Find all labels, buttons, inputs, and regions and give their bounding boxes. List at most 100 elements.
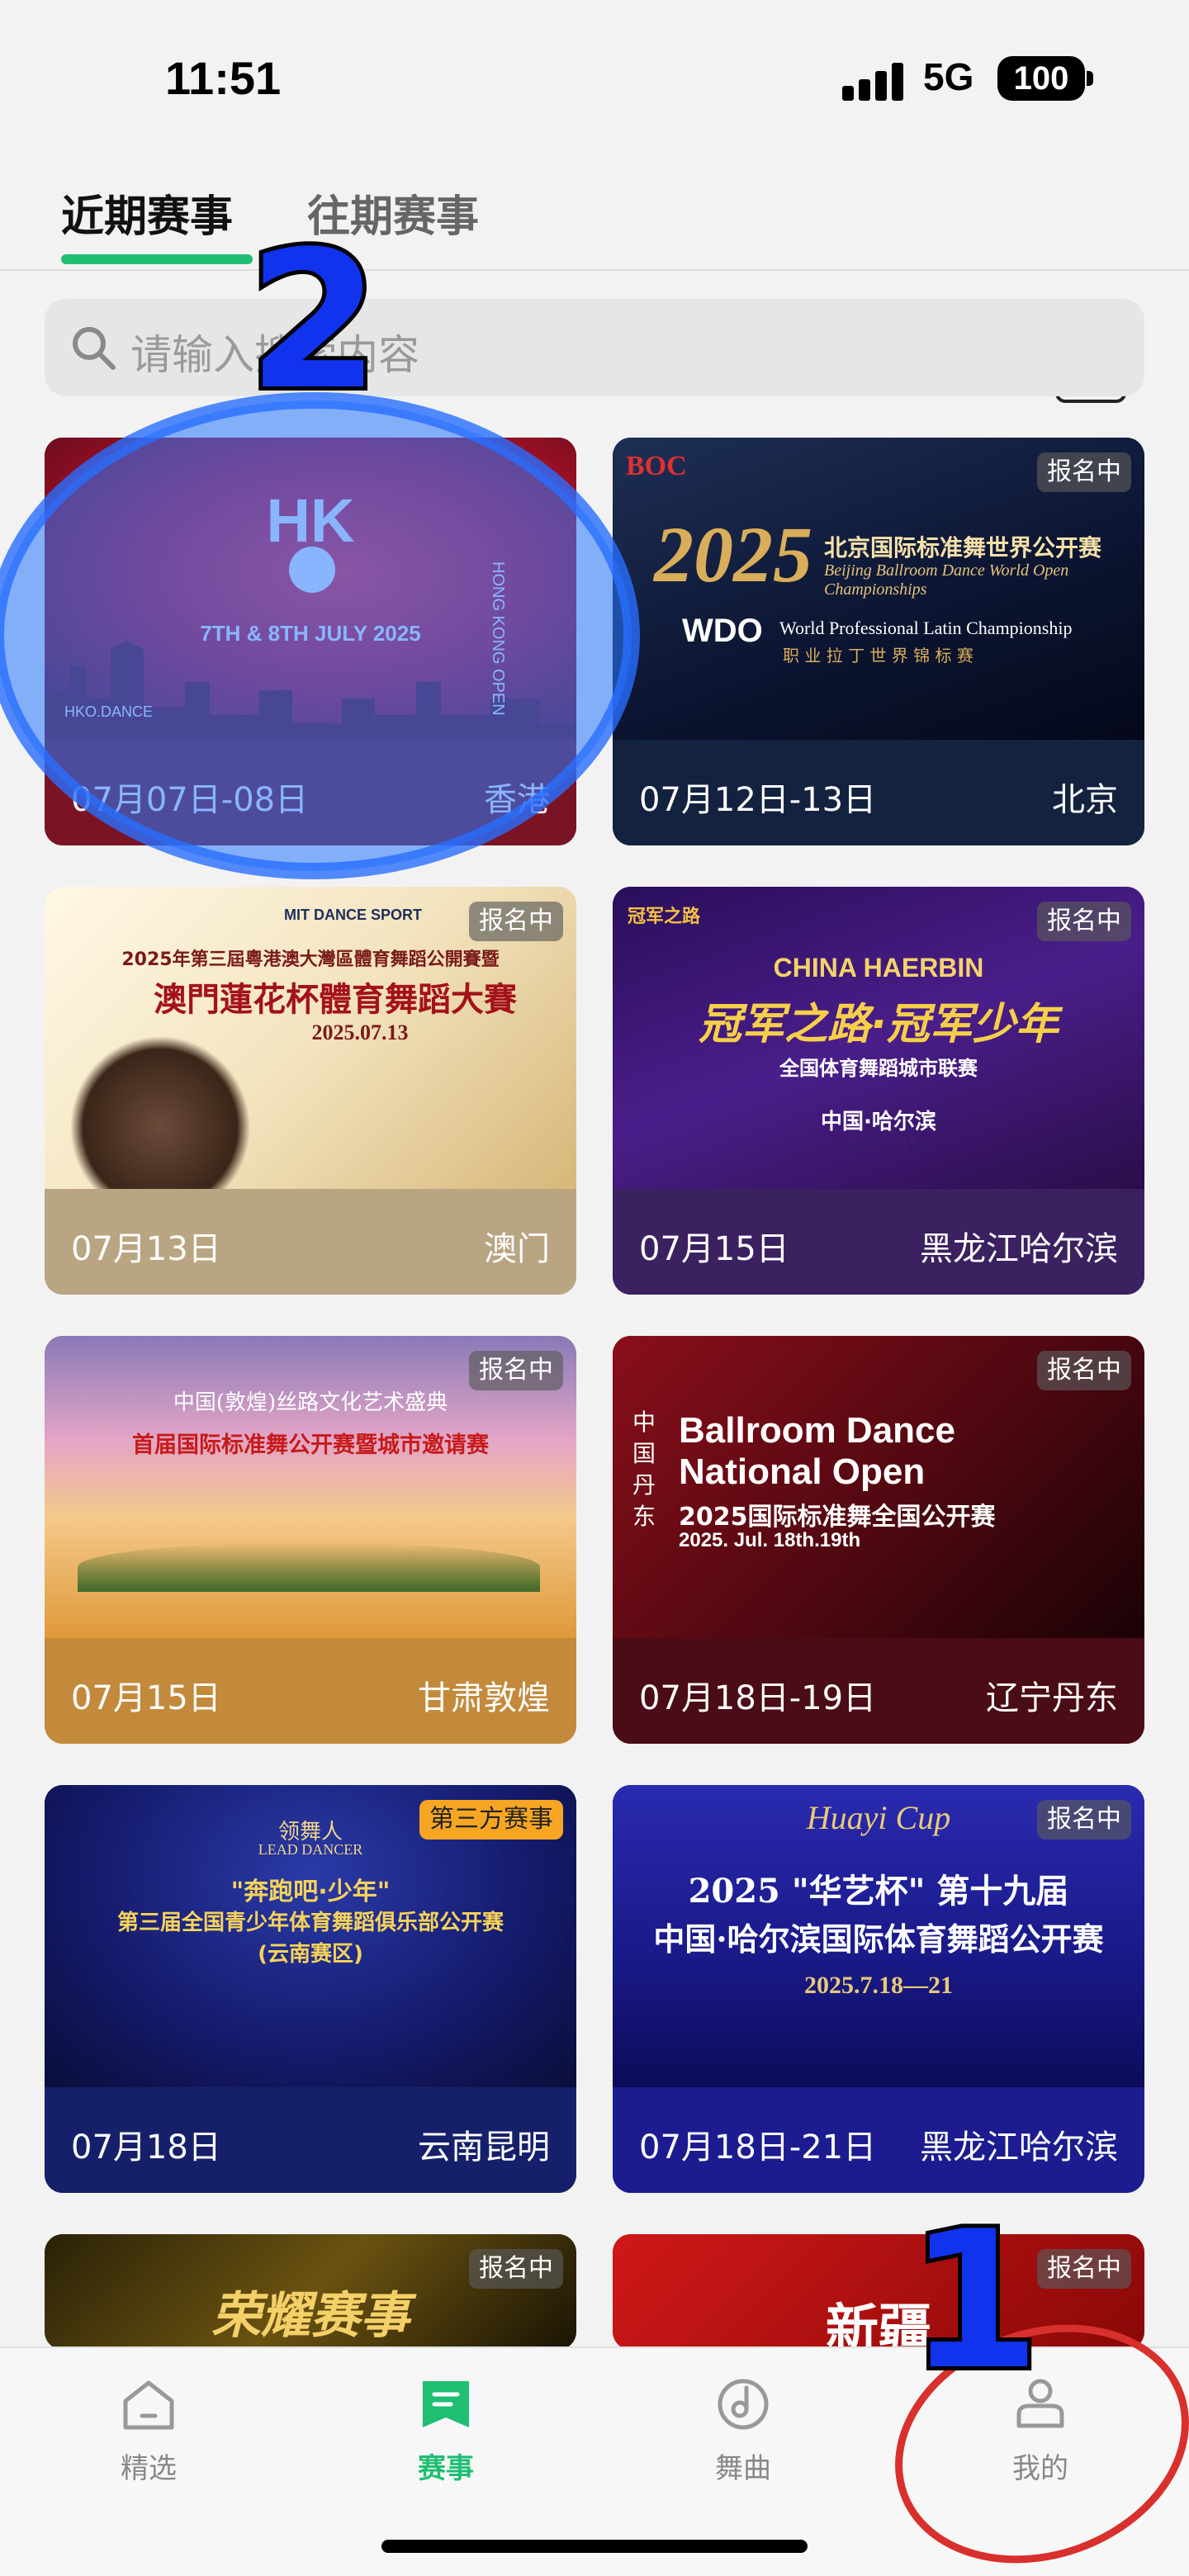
events-icon <box>423 2381 469 2427</box>
card-footer: 07月15日 黑龙江哈尔滨 <box>613 1189 1144 1295</box>
card-location: 北京 <box>1052 781 1118 819</box>
card-date: 07月07日-08日 <box>71 781 309 819</box>
tab-past[interactable]: 往期赛事 <box>307 182 479 244</box>
nav-label: 精选 <box>121 2452 177 2485</box>
status-bar: 11:51 5G 100 <box>0 0 1189 149</box>
poster-line2: 澳門蓮花杯體育舞蹈大賽 <box>154 981 517 1019</box>
event-poster: 中国丹东 Ballroom Dance National Open 2025国际… <box>613 1336 1144 1638</box>
status-badge: 报名中 <box>1037 2249 1131 2289</box>
event-card-macau[interactable]: MIT DANCE SPORT 2025年第三屆粵港澳大灣區體育舞蹈公開賽暨 澳… <box>45 887 576 1295</box>
page: 11:51 5G 100 近期赛事 往期赛事 123 请输入搜索内容 HK 7T… <box>0 0 1189 2576</box>
pagoda-graphic <box>78 1542 540 1592</box>
card-date: 07月18日-21日 <box>639 2129 877 2166</box>
card-date: 07月15日 <box>71 1679 221 1717</box>
network-label: 5G <box>923 55 974 98</box>
poster-line3: (云南赛区) <box>258 1942 363 1967</box>
profile-icon <box>1016 2379 1064 2428</box>
event-card-harbin[interactable]: 冠军之路 CHINA HAERBIN 冠军之路·冠军少年 全国体育舞蹈城市联赛 … <box>613 887 1144 1295</box>
lead-dancer-en: LEAD DANCER <box>258 1841 363 1858</box>
status-badge: 报名中 <box>1037 902 1131 941</box>
status-badge: 报名中 <box>469 1351 563 1390</box>
hk-footer-text: HKO.DANCE <box>64 703 154 720</box>
event-card-hongkong[interactable]: HK 7TH & 8TH JULY 2025 HKO.DANCE HONG KO… <box>45 438 576 845</box>
poster-line3: 2025.7.18—21 <box>804 1972 953 1999</box>
event-card-glory[interactable]: 荣耀赛事 报名中 <box>45 2234 576 2350</box>
home-indicator <box>381 2540 808 2553</box>
event-poster: BOC 2025 北京国际标准舞世界公开赛 Beijing Ballroom D… <box>613 438 1144 740</box>
dancers-image <box>69 1035 251 1189</box>
event-card-dunhuang[interactable]: 中国(敦煌)丝路文化艺术盛典 首届国际标准舞公开赛暨城市邀请赛 报名中 07月1… <box>45 1336 576 1744</box>
poster-line2: 中国·哈尔滨国际体育舞蹈公开赛 <box>653 1920 1104 1958</box>
event-card-dandong[interactable]: 中国丹东 Ballroom Dance National Open 2025国际… <box>613 1336 1144 1744</box>
card-footer: 07月15日 甘肃敦煌 <box>45 1638 576 1744</box>
poster-vertical: 中国丹东 <box>632 1409 656 1530</box>
wdo-logo-text: WDO <box>682 613 763 649</box>
event-poster: HK 7TH & 8TH JULY 2025 HKO.DANCE HONG KO… <box>45 438 576 740</box>
status-badge: 报名中 <box>1037 452 1131 492</box>
event-poster: MIT DANCE SPORT 2025年第三屆粵港澳大灣區體育舞蹈公開賽暨 澳… <box>45 887 576 1189</box>
brand-logo-text: 冠军之路 <box>628 907 701 927</box>
card-footer: 07月18日-19日 辽宁丹东 <box>613 1638 1144 1744</box>
event-card-xinjiang[interactable]: 新疆 报名中 <box>613 2234 1144 2350</box>
card-footer: 07月13日 澳门 <box>45 1189 576 1295</box>
search-placeholder: 请输入搜索内容 <box>130 331 419 379</box>
card-date: 07月15日 <box>639 1230 789 1268</box>
poster-subtitle: Beijing Ballroom Dance World Open Champi… <box>824 561 1069 599</box>
card-date: 07月13日 <box>71 1230 221 1268</box>
card-location: 云南昆明 <box>418 2129 550 2166</box>
poster-year: 2025 <box>654 510 812 599</box>
status-time: 11:51 <box>165 52 282 104</box>
card-date: 07月18日-19日 <box>639 1679 877 1717</box>
poster-line1: "奔跑吧·少年" <box>230 1878 391 1906</box>
poster-line2: National Open <box>679 1451 926 1492</box>
status-badge: 报名中 <box>469 2249 563 2289</box>
active-tab-indicator <box>61 254 253 264</box>
poster-city: CHINA HAERBIN <box>773 953 984 983</box>
event-poster: 荣耀赛事 报名中 <box>45 2234 576 2350</box>
hk-side-text: HONG KONG OPEN <box>489 561 507 716</box>
poster-line2: 首届国际标准舞公开赛暨城市邀请赛 <box>132 1432 489 1458</box>
nav-profile[interactable]: 我的 <box>958 2373 1123 2486</box>
wdo-title: World Professional Latin Championship <box>779 618 1073 638</box>
wdo-cn-title: 职 业 拉 丁 世 界 锦 标 赛 <box>783 646 973 665</box>
event-card-huayi-cup[interactable]: Huayi Cup 2025 "华艺杯" 第十九届 中国·哈尔滨国际体育舞蹈公开… <box>613 1785 1144 2193</box>
nav-featured[interactable]: 精选 <box>66 2373 231 2486</box>
event-poster: 冠军之路 CHINA HAERBIN 冠军之路·冠军少年 全国体育舞蹈城市联赛 … <box>613 887 1144 1189</box>
boc-logo-text: BOC <box>626 451 687 481</box>
event-card-beijing[interactable]: BOC 2025 北京国际标准舞世界公开赛 Beijing Ballroom D… <box>613 438 1144 845</box>
signal-icon <box>842 63 905 101</box>
poster-line2: 第三届全国青少年体育舞蹈俱乐部公开赛 <box>116 1911 504 1935</box>
tab-bar: 近期赛事 往期赛事 123 <box>0 165 1189 403</box>
battery-tip <box>1087 71 1093 86</box>
card-location: 香港 <box>484 781 550 819</box>
card-location: 辽宁丹东 <box>986 1679 1118 1717</box>
card-location: 黑龙江哈尔滨 <box>920 2129 1118 2166</box>
status-badge: 报名中 <box>1037 1351 1131 1390</box>
sponsor-text: MIT DANCE SPORT <box>284 907 423 923</box>
event-poster: 新疆 报名中 <box>613 2234 1144 2350</box>
nav-music[interactable]: 舞曲 <box>661 2373 826 2486</box>
event-card-kunming[interactable]: 领舞人 LEAD DANCER "奔跑吧·少年" 第三届全国青少年体育舞蹈俱乐部… <box>45 1785 576 2193</box>
event-poster: Huayi Cup 2025 "华艺杯" 第十九届 中国·哈尔滨国际体育舞蹈公开… <box>613 1785 1144 2087</box>
status-badge: 报名中 <box>1037 1800 1131 1840</box>
poster-line4: 2025. Jul. 18th.19th <box>679 1529 861 1551</box>
status-badge: 报名中 <box>469 902 563 941</box>
event-poster: 中国(敦煌)丝路文化艺术盛典 首届国际标准舞公开赛暨城市邀请赛 报名中 <box>45 1336 576 1638</box>
bauhinia-icon <box>289 547 335 593</box>
event-poster: 领舞人 LEAD DANCER "奔跑吧·少年" 第三届全国青少年体育舞蹈俱乐部… <box>45 1785 576 2087</box>
card-date: 07月18日 <box>71 2129 221 2166</box>
poster-title: 北京国际标准舞世界公开赛 <box>824 534 1102 561</box>
nav-label: 我的 <box>1012 2452 1068 2485</box>
music-icon <box>718 2379 769 2430</box>
poster-line1: 2025 "华艺杯" 第十九届 <box>688 1872 1069 1911</box>
card-location: 甘肃敦煌 <box>418 1679 550 1717</box>
card-footer: 07月18日-21日 黑龙江哈尔滨 <box>613 2087 1144 2193</box>
card-footer: 07月07日-08日 香港 <box>45 740 576 845</box>
nav-label: 舞曲 <box>715 2452 771 2485</box>
poster-title: 新疆 <box>826 2299 931 2350</box>
nav-events[interactable]: 赛事 <box>363 2373 528 2486</box>
poster-title: 冠军之路·冠军少年 <box>699 1000 1059 1049</box>
card-footer: 07月18日 云南昆明 <box>45 2087 576 2193</box>
tab-recent[interactable]: 近期赛事 <box>61 182 233 244</box>
search-input[interactable]: 请输入搜索内容 <box>45 299 1144 396</box>
